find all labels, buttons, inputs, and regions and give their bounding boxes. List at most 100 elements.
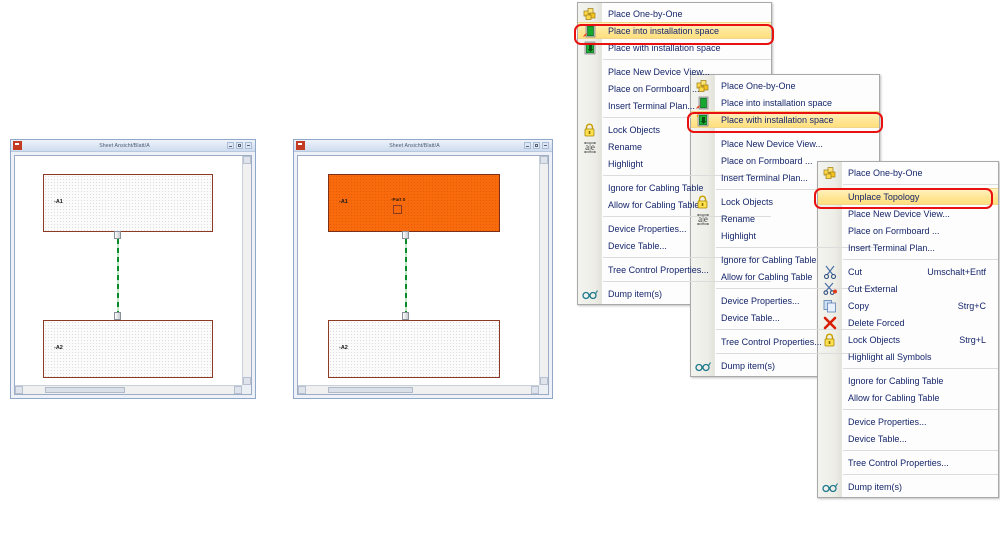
device-subbox[interactable] xyxy=(393,205,402,214)
device-box-a1[interactable]: -A1 -Part 0 xyxy=(328,174,500,232)
menu-item-allow-for-cabling-table[interactable]: Allow for Cabling Table xyxy=(818,389,998,406)
menu-item-place-new-device-view[interactable]: Place New Device View... xyxy=(818,205,998,222)
scroll-up-icon[interactable] xyxy=(540,156,548,164)
drawing-canvas[interactable]: -A1 -Part 0 -A2 xyxy=(297,155,549,395)
scroll-thumb[interactable] xyxy=(45,387,125,393)
menu-item-lock-objects[interactable]: Lock Objects Strg+L xyxy=(818,331,998,348)
scroll-down-icon[interactable] xyxy=(540,377,548,385)
menu-item-label: Device Table... xyxy=(848,433,907,444)
drawing-area[interactable]: -A1 -Part 0 -A2 xyxy=(298,156,539,385)
window-titlebar[interactable]: Sheet Ansicht/Blatt/A xyxy=(11,140,255,152)
menu-item-label: Tree Control Properties... xyxy=(848,457,949,468)
left-sheet-window[interactable]: Sheet Ansicht/Blatt/A -A1 -A2 xyxy=(10,139,256,399)
scroll-down-icon[interactable] xyxy=(243,377,251,385)
close-icon[interactable] xyxy=(542,142,549,149)
menu-item-place-one-by-one[interactable]: Place One-by-One xyxy=(691,77,879,94)
connector-line[interactable] xyxy=(404,239,407,313)
scroll-thumb[interactable] xyxy=(328,387,413,393)
minimize-icon[interactable] xyxy=(524,142,531,149)
menu-separator xyxy=(843,259,998,260)
menu-item-place-one-by-one[interactable]: Place One-by-One xyxy=(578,5,771,22)
menu-item-label: Place into installation space xyxy=(721,97,833,108)
vertical-scrollbar[interactable] xyxy=(242,156,251,385)
maximize-icon[interactable] xyxy=(236,142,243,149)
menu-separator xyxy=(843,450,998,451)
menu-item-shortcut: Strg+C xyxy=(957,300,986,311)
menu-item-tree-control-properties[interactable]: Tree Control Properties... xyxy=(818,454,998,471)
menu-item-shortcut: Umschalt+Entf xyxy=(927,266,986,277)
menu-item-place-new-device-view[interactable]: Place New Device View... xyxy=(691,135,879,152)
menu-item-copy[interactable]: Copy Strg+C xyxy=(818,297,998,314)
menu-separator xyxy=(843,409,998,410)
window-title: Sheet Ansicht/Blatt/A xyxy=(389,142,440,149)
menu-item-label: Place One-by-One xyxy=(848,167,923,178)
device-label: -A1 xyxy=(339,199,348,205)
menu-item-device-properties[interactable]: Device Properties... xyxy=(818,413,998,430)
scroll-right-icon[interactable] xyxy=(234,386,242,394)
menu-item-place-with-installation-space[interactable]: Place with installation space xyxy=(691,111,879,128)
menu-item-label: Place New Device View... xyxy=(608,66,710,77)
rename-icon: a|e xyxy=(581,139,598,154)
menu-item-device-table[interactable]: Device Table... xyxy=(818,430,998,447)
scroll-left-icon[interactable] xyxy=(15,386,23,394)
menu-item-label: Device Properties... xyxy=(848,416,927,427)
menu-item-cut[interactable]: Cut Umschalt+Entf xyxy=(818,263,998,280)
device-label: -A2 xyxy=(54,345,63,351)
context-menu-3[interactable]: Place One-by-One Unplace Topology Place Ne… xyxy=(817,161,999,498)
place-with-icon xyxy=(581,40,598,55)
drawing-area[interactable]: -A1 -A2 xyxy=(15,156,242,385)
svg-text:a|e: a|e xyxy=(585,142,595,152)
minimize-icon[interactable] xyxy=(227,142,234,149)
menu-item-place-one-by-one[interactable]: Place One-by-One xyxy=(818,164,998,181)
menu-item-insert-terminal-plan[interactable]: Insert Terminal Plan... xyxy=(818,239,998,256)
maximize-icon[interactable] xyxy=(533,142,540,149)
horizontal-scrollbar[interactable] xyxy=(15,385,242,394)
menu-item-place-into-installation-space[interactable]: Place into installation space xyxy=(578,22,771,39)
connector-line[interactable] xyxy=(116,239,119,313)
menu-item-label: Lock Objects xyxy=(848,334,901,345)
vertical-scrollbar[interactable] xyxy=(539,156,548,385)
connector-cap-top xyxy=(402,231,409,239)
menu-item-label: Insert Terminal Plan... xyxy=(848,242,935,253)
window-controls[interactable] xyxy=(227,142,252,149)
menu-item-place-into-installation-space[interactable]: Place into installation space xyxy=(691,94,879,111)
glasses-icon xyxy=(821,479,838,494)
close-icon[interactable] xyxy=(245,142,252,149)
menu-separator xyxy=(843,474,998,475)
menu-item-place-on-formboard[interactable]: Place on Formboard ... xyxy=(818,222,998,239)
window-titlebar[interactable]: Sheet Ansicht/Blatt/A xyxy=(294,140,552,152)
place-into-icon xyxy=(581,23,598,38)
window-controls[interactable] xyxy=(524,142,549,149)
menu-item-label: Highlight all Symbols xyxy=(848,351,932,362)
device-box-a2[interactable]: -A2 xyxy=(328,320,500,378)
connector-cap-top xyxy=(114,231,121,239)
menu-item-unplace-topology[interactable]: Unplace Topology xyxy=(818,188,998,205)
menu-item-label: Place One-by-One xyxy=(721,80,796,91)
drawing-canvas[interactable]: -A1 -A2 xyxy=(14,155,252,395)
menu-item-label: Cut External xyxy=(848,283,898,294)
menu-3-items: Place One-by-One Unplace Topology Place Ne… xyxy=(818,164,998,495)
right-sheet-window[interactable]: Sheet Ansicht/Blatt/A -A1 -Part 0 -A2 xyxy=(293,139,553,399)
menu-item-place-with-installation-space[interactable]: Place with installation space xyxy=(578,39,771,56)
scroll-corner xyxy=(242,385,251,394)
menu-separator xyxy=(603,59,771,60)
connector-cap-bottom xyxy=(114,312,121,320)
menu-item-delete-forced[interactable]: Delete Forced xyxy=(818,314,998,331)
menu-separator xyxy=(843,368,998,369)
menu-item-ignore-for-cabling-table[interactable]: Ignore for Cabling Table xyxy=(818,372,998,389)
menu-item-cut-external[interactable]: Cut External xyxy=(818,280,998,297)
horizontal-scrollbar[interactable] xyxy=(298,385,539,394)
lock-icon xyxy=(694,194,711,209)
menu-item-highlight-all-symbols[interactable]: Highlight all Symbols xyxy=(818,348,998,365)
place-with-icon xyxy=(694,112,711,127)
device-box-a2[interactable]: -A2 xyxy=(43,320,213,378)
device-box-a1[interactable]: -A1 xyxy=(43,174,213,232)
scroll-right-icon[interactable] xyxy=(531,386,539,394)
copy-icon xyxy=(821,298,838,313)
menu-item-label: Cut xyxy=(848,266,863,277)
scroll-up-icon[interactable] xyxy=(243,156,251,164)
device-sublabel: -Part 0 xyxy=(391,197,406,202)
scroll-left-icon[interactable] xyxy=(298,386,306,394)
menu-item-dump-item-s[interactable]: Dump item(s) xyxy=(818,478,998,495)
menu-item-label: Dump item(s) xyxy=(848,481,903,492)
